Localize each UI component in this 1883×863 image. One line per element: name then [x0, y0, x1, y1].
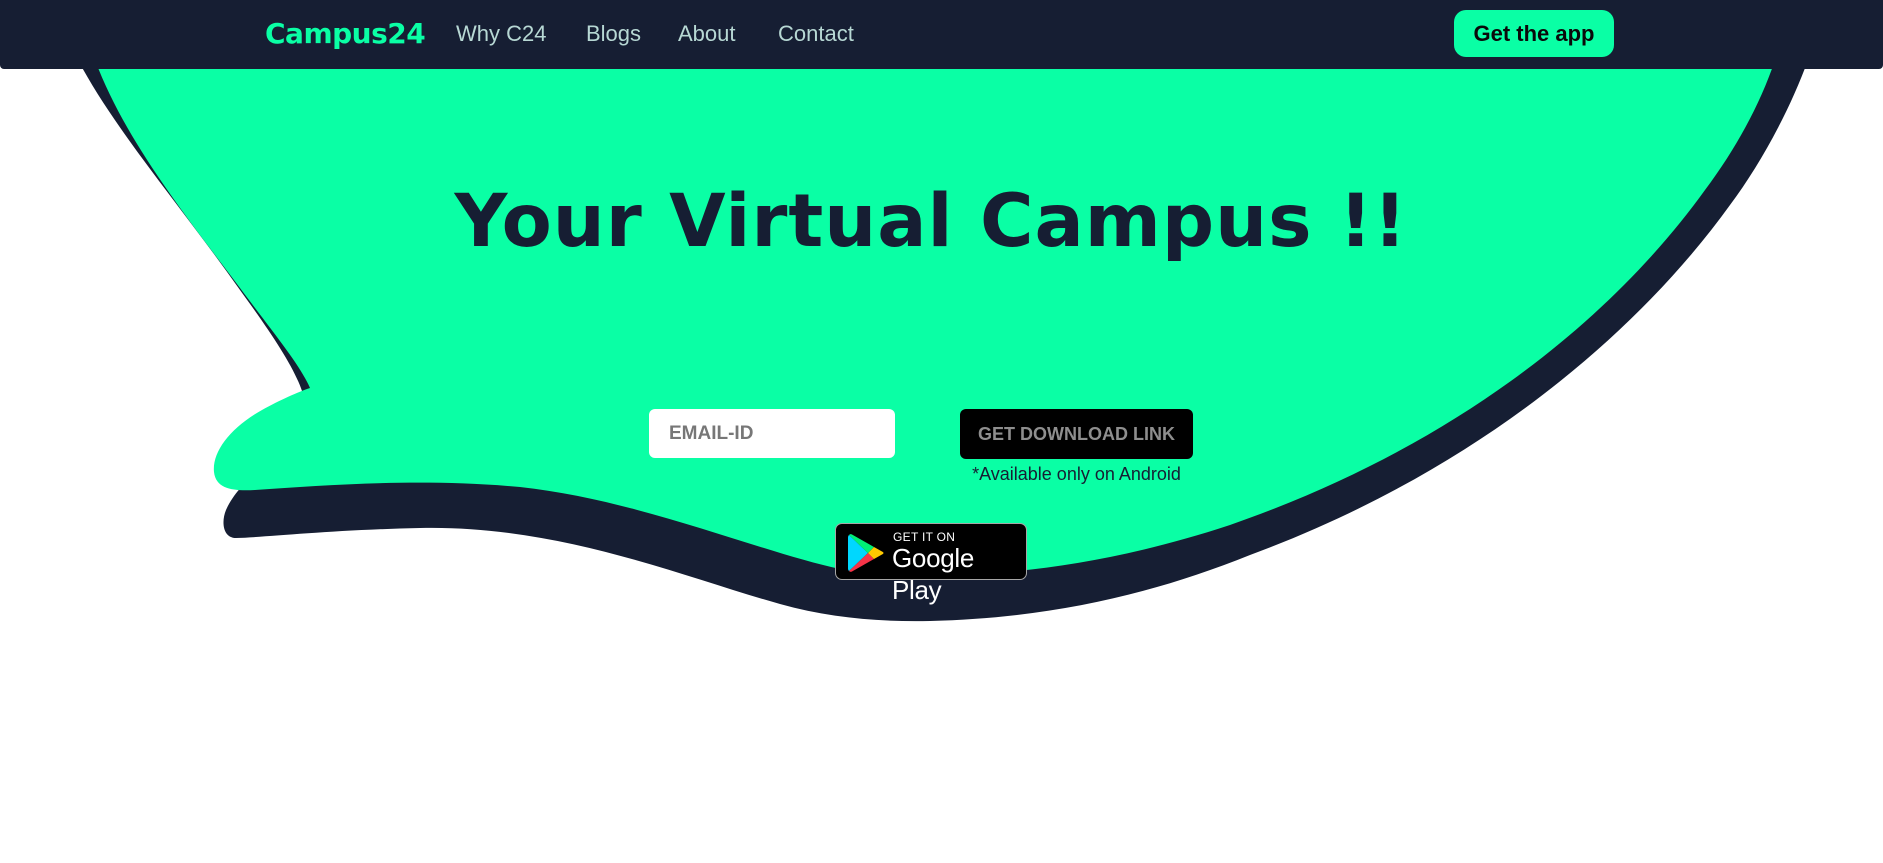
google-play-large-text: Google Play — [892, 543, 975, 605]
google-play-icon — [848, 534, 884, 572]
nav-link-blogs[interactable]: Blogs — [586, 19, 641, 49]
get-the-app-button[interactable]: Get the app — [1454, 10, 1614, 57]
nav-link-about[interactable]: About — [678, 19, 736, 49]
landing-page: Campus24 Why C24 Blogs About Contact Get… — [0, 0, 1883, 863]
nav-link-why-c24[interactable]: Why C24 — [456, 19, 546, 49]
get-download-link-button[interactable]: GET DOWNLOAD LINK — [960, 409, 1193, 459]
google-play-badge[interactable]: GET IT ON Google Play — [835, 523, 1027, 605]
hero-title: Your Virtual Campus !! — [454, 179, 1408, 264]
availability-note: *Available only on Android — [972, 464, 1181, 484]
nav-link-contact[interactable]: Contact — [778, 19, 854, 49]
top-navbar: Campus24 Why C24 Blogs About Contact Get… — [0, 0, 1883, 69]
speech-bubble-hero-background — [78, 60, 1808, 622]
email-input[interactable] — [649, 409, 895, 458]
brand-logo[interactable]: Campus24 — [265, 14, 426, 54]
